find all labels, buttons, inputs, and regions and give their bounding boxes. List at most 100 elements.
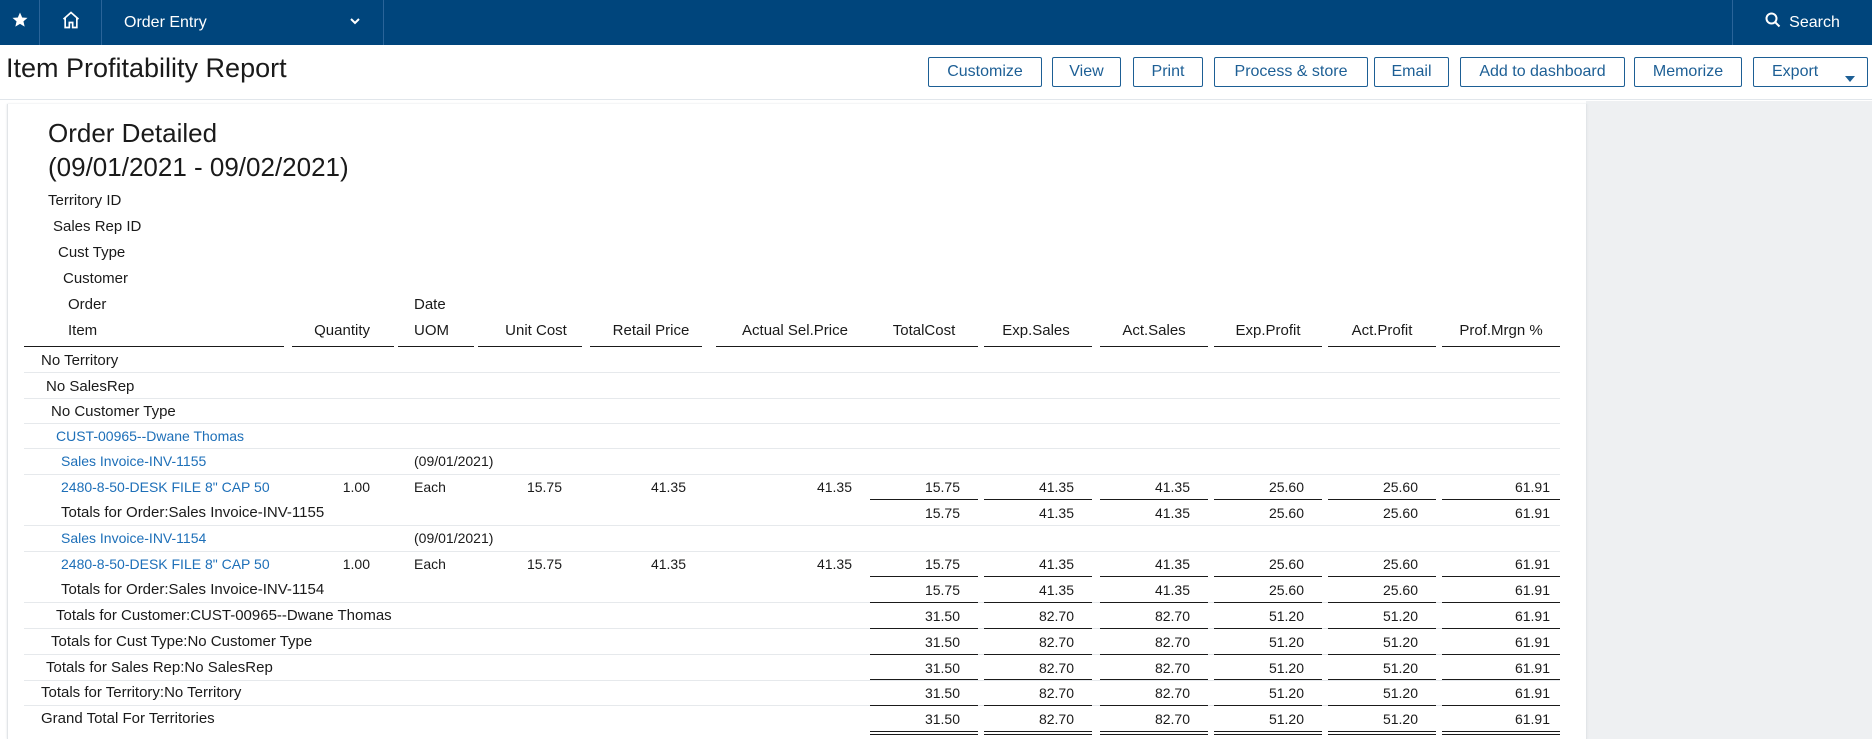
grand-total-double-underline [1214,731,1322,735]
item-unit-cost: 15.75 [526,556,562,572]
item-actual-sel-price: 41.35 [816,556,852,572]
total-total-cost: 31.50 [924,634,960,650]
item-exp-profit: 25.60 [1268,479,1304,495]
col-header-exp-sales: Exp.Sales [1002,322,1070,339]
page-title: Item Profitability Report [6,53,287,83]
chevron-down-icon [349,14,361,32]
order-total-cost: 15.75 [924,505,960,521]
group-total-label: Totals for Cust Type:No Customer Type [51,633,313,650]
header-underline [1214,346,1322,347]
order-link[interactable]: Sales Invoice-INV-1155 [61,453,206,469]
memorize-button[interactable]: Memorize [1634,57,1742,87]
total-total-cost: 31.50 [924,685,960,701]
order-total-cost: 15.75 [924,582,960,598]
header-underline [24,346,284,347]
subtotal-line [1100,602,1208,603]
order-total-exp-profit: 25.60 [1268,505,1304,521]
item-uom: Each [414,556,446,572]
subtotal-line [1100,654,1208,655]
total-exp-sales: 82.70 [1038,634,1074,650]
subtotal-line [984,628,1092,629]
total-act-sales: 82.70 [1154,634,1190,650]
col-header-act-sales: Act.Sales [1122,322,1186,339]
total-exp-sales: 82.70 [1038,660,1074,676]
order-date: (09/01/2021) [414,453,494,469]
item-link[interactable]: 2480-8-50-DESK FILE 8" CAP 50 [61,479,270,495]
order-total-exp-sales: 41.35 [1038,505,1074,521]
subtotal-line [870,654,978,655]
customize-button[interactable]: Customize [928,57,1042,87]
item-quantity: 1.00 [342,479,370,495]
add-to-dashboard-button[interactable]: Add to dashboard [1460,57,1625,87]
export-button[interactable]: Export [1753,57,1868,87]
total-exp-profit: 51.20 [1268,660,1304,676]
order-total-act-profit: 25.60 [1382,582,1418,598]
top-nav-bar: Order Entry Search [0,0,1872,45]
order-total-label: Totals for Order:Sales Invoice-INV-1155 [61,504,325,521]
grand-total-double-underline [1100,731,1208,735]
row-divider [24,525,1560,526]
total-exp-profit: 51.20 [1268,608,1304,624]
total-exp-sales: 82.70 [1038,685,1074,701]
subtotal-line [984,576,1092,577]
customer-link[interactable]: CUST-00965--Dwane Thomas [56,428,244,444]
total-act-profit: 51.20 [1382,711,1418,727]
subtotal-line [870,576,978,577]
export-label: Export [1772,63,1819,80]
subtotal-line [1442,654,1560,655]
item-prof-mrgn: 61.91 [1514,479,1550,495]
header-underline [1328,346,1436,347]
print-button[interactable]: Print [1133,57,1203,87]
module-selector[interactable]: Order Entry [102,0,384,45]
item-exp-profit: 25.60 [1268,556,1304,572]
item-link[interactable]: 2480-8-50-DESK FILE 8" CAP 50 [61,556,270,572]
item-act-profit: 25.60 [1382,479,1418,495]
home-button[interactable] [40,0,102,45]
order-link[interactable]: Sales Invoice-INV-1154 [61,530,206,546]
col-header-item: Item [68,322,98,339]
group-total-label: Totals for Sales Rep:No SalesRep [46,659,273,676]
star-icon [11,11,29,34]
total-total-cost: 31.50 [924,711,960,727]
group-label-territory: Territory ID [48,192,122,209]
total-act-sales: 82.70 [1154,711,1190,727]
total-prof-mrgn: 61.91 [1514,660,1550,676]
total-act-profit: 51.20 [1382,608,1418,624]
order-total-prof-mrgn: 61.91 [1514,582,1550,598]
item-act-profit: 25.60 [1382,556,1418,572]
total-act-sales: 82.70 [1154,608,1190,624]
item-act-sales: 41.35 [1154,556,1190,572]
search-button[interactable]: Search [1732,0,1872,45]
view-button[interactable]: View [1052,57,1121,87]
subtotal-line [1328,679,1436,680]
caret-down-icon [1845,69,1855,87]
subtotal-line [1100,705,1208,706]
col-header-retail-price: Retail Price [612,322,690,339]
item-uom: Each [414,479,446,495]
item-unit-cost: 15.75 [526,479,562,495]
header-underline [1442,346,1560,347]
grand-total-double-underline [1442,731,1560,735]
subtotal-line [1214,705,1322,706]
subtotal-line [870,705,978,706]
order-total-prof-mrgn: 61.91 [1514,505,1550,521]
total-prof-mrgn: 61.91 [1514,711,1550,727]
subtotal-line [1328,628,1436,629]
row-divider [24,551,1560,552]
report-panel: Order Detailed (09/01/2021 - 09/02/2021)… [7,104,1587,739]
process-store-button[interactable]: Process & store [1214,57,1368,87]
header-underline [590,346,702,347]
custtype-group: No Customer Type [51,403,176,420]
grand-total-label: Grand Total For Territories [41,710,215,727]
total-act-sales: 82.70 [1154,660,1190,676]
header-underline [984,346,1092,347]
favorites-button[interactable] [0,0,40,45]
email-button[interactable]: Email [1374,57,1449,87]
item-total-cost: 15.75 [924,479,960,495]
subtotal-line [1442,705,1560,706]
col-header-exp-profit: Exp.Profit [1235,322,1301,339]
subtotal-line [1328,602,1436,603]
total-total-cost: 31.50 [924,608,960,624]
item-actual-sel-price: 41.35 [816,479,852,495]
total-prof-mrgn: 61.91 [1514,608,1550,624]
